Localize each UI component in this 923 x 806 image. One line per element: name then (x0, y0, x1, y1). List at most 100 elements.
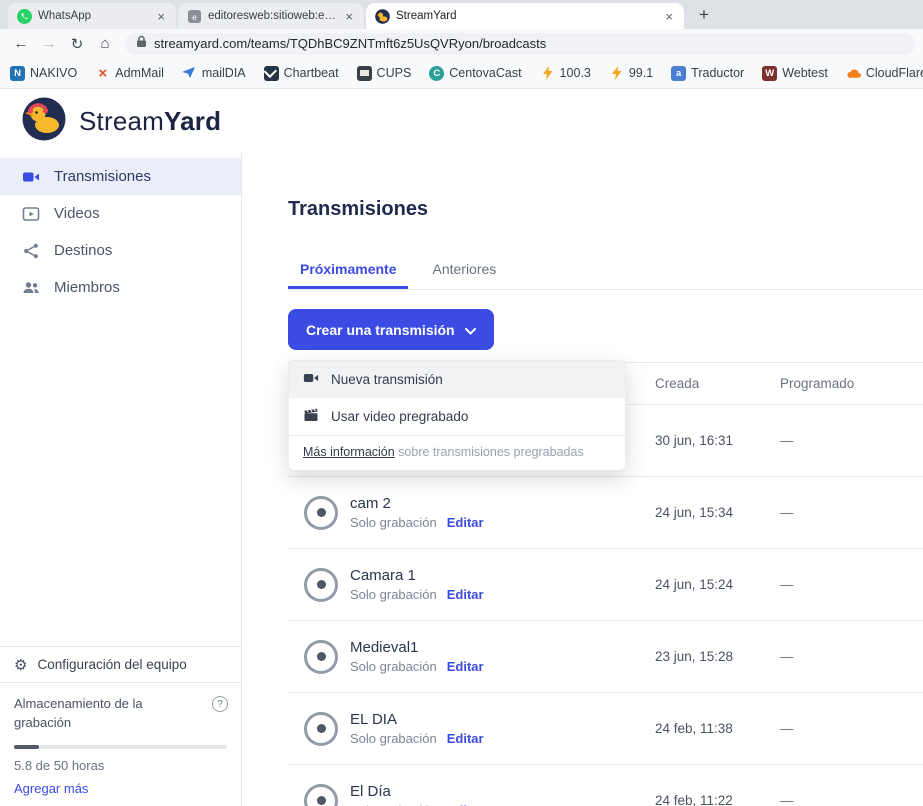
whatsapp-favicon-icon (17, 9, 32, 24)
column-scheduled: Programado (780, 376, 923, 391)
reload-icon[interactable]: ↻ (64, 35, 90, 53)
streamyard-logo-icon[interactable] (22, 97, 66, 146)
streamyard-header: StreamYard (0, 90, 923, 152)
storage-progress-fill (14, 745, 39, 749)
create-broadcast-dropdown: Nueva transmisión Usar video pregrabado … (288, 360, 626, 471)
main-content: Transmisiones Próximamente Anteriores Cr… (242, 152, 923, 806)
back-icon[interactable]: ← (8, 35, 34, 52)
add-more-link[interactable]: Agregar más (14, 781, 227, 796)
bookmark-cups[interactable]: CUPS (357, 66, 412, 81)
tab-title: StreamYard (396, 10, 657, 22)
record-icon (304, 568, 338, 602)
edit-link[interactable]: Editar (447, 659, 484, 674)
share-icon (22, 242, 40, 260)
menu-footer: Más información sobre transmisiones preg… (289, 436, 625, 470)
bookmark-webtest[interactable]: Webtest (762, 66, 828, 81)
lock-icon (136, 35, 147, 53)
bookmarks-bar: NAKIVO AdmMail mailDIA Chartbeat CUPS Ce… (0, 58, 923, 89)
bookmark-nakivo[interactable]: NAKIVO (10, 66, 77, 81)
record-icon (304, 784, 338, 806)
storage-panel: Almacenamiento de la grabación ? 5.8 de … (0, 682, 241, 806)
mas-informacion-link[interactable]: Más información (303, 445, 395, 459)
browser-toolbar: ← → ↻ ⌂ streamyard.com/teams/TQDhBC9ZNTm… (0, 29, 923, 58)
table-row: Camara 1 Solo grabaciónEditar 24 jun, 15… (288, 549, 923, 621)
browser-tab-strip: WhatsApp × e editoresweb:sitioweb:eldia.… (0, 0, 923, 29)
browser-tab-editoresweb[interactable]: e editoresweb:sitioweb:eldia.co × (178, 3, 364, 29)
menu-item-video-pregrabado[interactable]: Usar video pregrabado (289, 398, 625, 435)
webtest-favicon-icon (762, 66, 777, 81)
camera-icon (303, 370, 319, 389)
browser-window: WhatsApp × e editoresweb:sitioweb:eldia.… (0, 0, 923, 806)
broadcast-tabs: Próximamente Anteriores (288, 256, 923, 290)
tab-anteriores[interactable]: Anteriores (420, 256, 508, 289)
radio-bolt-icon (609, 66, 624, 81)
edit-link[interactable]: Editar (447, 587, 484, 602)
radio-bolt-icon (540, 66, 555, 81)
bookmark-centovacast[interactable]: CentovaCast (429, 66, 521, 81)
edit-link[interactable]: Editar (447, 515, 484, 530)
svg-text:e: e (192, 11, 197, 21)
site-favicon-icon: e (187, 9, 202, 24)
tab-close-icon[interactable]: × (155, 9, 167, 24)
bookmark-cloudflare[interactable]: CloudFlare (846, 66, 923, 81)
sidebar-item-transmisiones[interactable]: Transmisiones (0, 158, 241, 195)
column-created: Creada (655, 376, 780, 391)
tab-proximamente[interactable]: Próximamente (288, 256, 408, 289)
sidebar-item-videos[interactable]: Videos (0, 195, 241, 232)
sidebar-item-destinos[interactable]: Destinos (0, 232, 241, 269)
menu-item-nueva-transmision[interactable]: Nueva transmisión (289, 361, 625, 398)
sidebar-spacer (0, 306, 241, 646)
help-icon[interactable]: ? (212, 696, 228, 712)
maildia-favicon-icon (182, 66, 197, 81)
video-camera-icon (22, 168, 40, 186)
browser-tab-streamyard[interactable]: StreamYard × (366, 3, 684, 29)
page-title: Transmisiones (288, 198, 428, 221)
traductor-favicon-icon (671, 66, 686, 81)
record-icon (304, 712, 338, 746)
edit-link[interactable]: Editar (447, 731, 484, 746)
chartbeat-favicon-icon (264, 66, 279, 81)
bookmark-maildia[interactable]: mailDIA (182, 66, 246, 81)
sidebar: Transmisiones Videos Destinos (0, 152, 242, 806)
create-broadcast-button[interactable]: Crear una transmisión (288, 309, 494, 350)
clapperboard-icon (303, 407, 319, 426)
url-text: streamyard.com/teams/TQDhBC9ZNTmft6z5UsQ… (154, 36, 546, 51)
nakivo-favicon-icon (10, 66, 25, 81)
bookmark-99-1[interactable]: 99.1 (609, 66, 653, 81)
people-icon (22, 279, 40, 297)
team-settings-button[interactable]: ⚙ Configuración del equipo (0, 646, 241, 682)
app-body: Transmisiones Videos Destinos (0, 152, 923, 806)
table-row: EL DIA Solo grabaciónEditar 24 feb, 11:3… (288, 693, 923, 765)
cloudflare-favicon-icon (846, 66, 861, 81)
sidebar-nav: Transmisiones Videos Destinos (0, 152, 241, 306)
forward-icon[interactable]: → (36, 35, 62, 52)
cups-favicon-icon (357, 66, 372, 81)
tab-close-icon[interactable]: × (343, 9, 355, 24)
storage-usage-text: 5.8 de 50 horas (14, 758, 227, 773)
bookmark-traductor[interactable]: Traductor (671, 66, 744, 81)
new-tab-button[interactable]: + (692, 3, 716, 27)
storage-progress-bar (14, 745, 227, 749)
gear-icon: ⚙ (14, 656, 27, 674)
tab-title: editoresweb:sitioweb:eldia.co (208, 10, 337, 22)
bookmark-chartbeat[interactable]: Chartbeat (264, 66, 339, 81)
table-row: cam 2 Solo grabaciónEditar 24 jun, 15:34… (288, 477, 923, 549)
tab-close-icon[interactable]: × (663, 9, 675, 24)
browser-tab-whatsapp[interactable]: WhatsApp × (8, 3, 176, 29)
bookmark-admmail[interactable]: AdmMail (95, 66, 164, 81)
address-bar[interactable]: streamyard.com/teams/TQDhBC9ZNTmft6z5UsQ… (125, 33, 915, 55)
streamyard-wordmark[interactable]: StreamYard (79, 106, 221, 137)
record-icon (304, 496, 338, 530)
video-play-icon (22, 205, 40, 223)
bookmark-100-3[interactable]: 100.3 (540, 66, 591, 81)
sidebar-item-miembros[interactable]: Miembros (0, 269, 241, 306)
admmail-favicon-icon (95, 66, 110, 81)
centovacast-favicon-icon (429, 66, 444, 81)
chevron-down-icon (465, 322, 476, 338)
table-row: El Día Solo grabaciónEditar 24 feb, 11:2… (288, 765, 923, 806)
home-icon[interactable]: ⌂ (92, 35, 118, 52)
record-icon (304, 640, 338, 674)
storage-label: Almacenamiento de la grabación (14, 695, 169, 733)
tab-title: WhatsApp (38, 10, 149, 22)
table-row: Medieval1 Solo grabaciónEditar 23 jun, 1… (288, 621, 923, 693)
